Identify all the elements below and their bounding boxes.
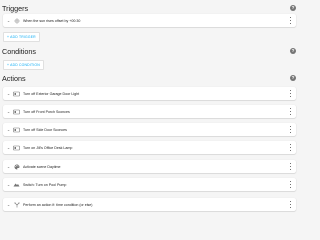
chevron-down-icon[interactable]: ⌄ [6,164,11,169]
action-label: Turn off Front Porch Sconces [23,109,70,114]
action-card[interactable]: ⌄ Turn on Jill's Office Desk Lamp [3,141,296,154]
actions-title: Actions [2,73,26,83]
action-label: Perform an action if: time condition (or… [23,202,93,207]
chevron-down-icon[interactable]: ⌄ [6,18,11,23]
more-vert-icon[interactable] [289,126,292,133]
trigger-card[interactable]: ⌄ When the sun rises offset by +00:30 [3,14,296,27]
action-label: Switch: Turn on Pool Pump [23,182,67,187]
more-vert-icon[interactable] [289,108,292,115]
conditions-title: Conditions [2,46,36,56]
actions-header: Actions ? [2,72,296,84]
service-icon [13,181,20,188]
chevron-down-icon[interactable]: ⌄ [6,202,11,207]
chevron-down-icon[interactable]: ⌄ [6,91,11,96]
action-card[interactable]: ⌄ Perform an action if: time condition (… [3,198,296,211]
device-icon [13,90,20,97]
action-card[interactable]: ⌄ Turn off Front Porch Sconces [3,105,296,118]
action-label: Activate scene Daytime [23,164,61,169]
action-card[interactable]: ⌄ Turn off Side Door Sconces [3,123,296,136]
action-card[interactable]: ⌄ Activate scene Daytime [3,160,296,173]
add-condition-label: + ADD CONDITION [7,63,40,67]
triggers-title: Triggers [2,3,29,13]
trigger-label: When the sun rises offset by +00:30 [23,18,81,23]
question-circle-icon[interactable]: ? [290,48,296,54]
branch-icon [13,201,20,208]
action-card[interactable]: ⌄ Turn off Exterior Garage Door Light [3,87,296,100]
more-vert-icon[interactable] [289,17,292,24]
more-vert-icon[interactable] [289,201,292,208]
conditions-header: Conditions ? [2,45,296,57]
chevron-down-icon[interactable]: ⌄ [6,127,11,132]
device-icon [13,144,20,151]
device-icon [13,126,20,133]
more-vert-icon[interactable] [289,90,292,97]
sun-icon [13,17,20,24]
add-trigger-label: + ADD TRIGGER [7,35,36,39]
palette-icon [13,163,20,170]
triggers-header: Triggers ? [2,2,296,14]
chevron-down-icon[interactable]: ⌄ [6,109,11,114]
chevron-down-icon[interactable]: ⌄ [6,145,11,150]
chevron-down-icon[interactable]: ⌄ [6,182,11,187]
more-vert-icon[interactable] [289,181,292,188]
add-condition-button[interactable]: + ADD CONDITION [3,60,44,70]
action-label: Turn on Jill's Office Desk Lamp [23,145,73,150]
action-label: Turn off Side Door Sconces [23,127,67,132]
more-vert-icon[interactable] [289,144,292,151]
action-card[interactable]: ⌄ Switch: Turn on Pool Pump [3,178,296,191]
question-circle-icon[interactable]: ? [290,75,296,81]
action-label: Turn off Exterior Garage Door Light [23,91,80,96]
device-icon [13,108,20,115]
add-trigger-button[interactable]: + ADD TRIGGER [3,32,40,42]
more-vert-icon[interactable] [289,163,292,170]
question-circle-icon[interactable]: ? [290,5,296,11]
